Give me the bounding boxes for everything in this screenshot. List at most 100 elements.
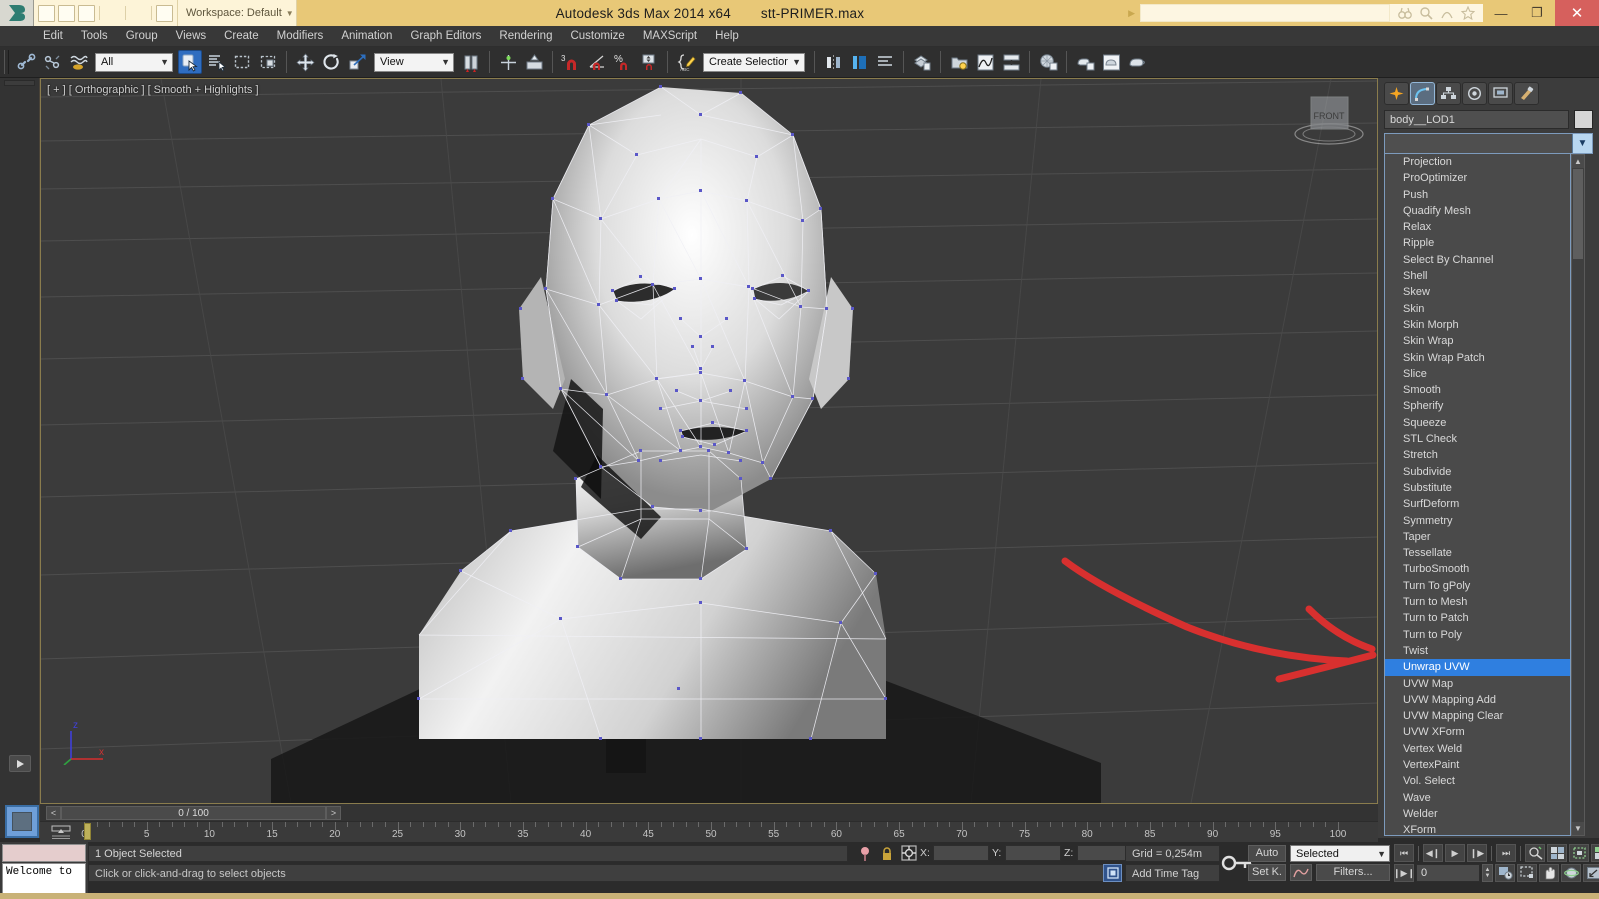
modifier-dropdown-list[interactable]: Projection ProOptimizer Push Quadify Mesh Re… [1384,154,1571,836]
viewport-layout-thumbnail[interactable] [5,805,39,838]
maximize-viewport-icon[interactable] [1583,864,1599,882]
zoom-extents-all-icon[interactable] [1569,844,1589,862]
select-by-name-icon[interactable] [204,50,228,74]
workspace-selector[interactable]: Workspace: Default ▼ [178,0,297,26]
search-icon[interactable] [1419,6,1433,20]
favorites-star-icon[interactable] [1461,6,1475,20]
zoom-region-nav-icon[interactable] [1517,864,1537,882]
modifier-list-item[interactable]: Subdivide [1385,464,1570,480]
modifier-list-item[interactable]: Unwrap UVW [1385,659,1570,676]
modifier-list-item[interactable]: Turn To gPoly [1385,578,1570,594]
open-file-icon[interactable] [58,4,75,22]
display-tab[interactable] [1488,82,1513,105]
modifier-list-item[interactable]: Stretch [1385,447,1570,463]
spinner-snap-toggle-icon[interactable] [637,50,661,74]
infocenter-search-input[interactable] [1140,4,1390,22]
select-and-link-icon[interactable] [14,50,38,74]
modifier-list-item[interactable]: UVW XForm [1385,724,1570,740]
menu-item-rendering[interactable]: Rendering [490,28,561,44]
save-file-icon[interactable] [78,4,95,22]
motion-tab[interactable] [1462,82,1487,105]
align-selection-icon[interactable] [847,50,871,74]
modifier-list-item[interactable]: TurboSmooth [1385,561,1570,577]
object-name-field[interactable]: body__LOD1 [1384,110,1569,129]
previous-frame-button[interactable]: ◀❙ [1423,844,1443,862]
modifier-list-item[interactable]: Vol. Select [1385,773,1570,789]
modifier-list-item[interactable]: Smooth [1385,382,1570,398]
rail-handle[interactable] [4,80,35,86]
pin-stack-icon[interactable] [858,846,872,862]
modifier-list-item[interactable]: Push [1385,187,1570,203]
modifier-list-item[interactable]: Twist [1385,643,1570,659]
key-filters-button[interactable]: Filters... [1316,864,1390,881]
unlink-selection-icon[interactable] [40,50,64,74]
time-cursor[interactable] [84,823,91,840]
use-selection-center-icon[interactable] [496,50,520,74]
menu-item-graph-editors[interactable]: Graph Editors [401,28,490,44]
undo-icon[interactable] [104,5,121,22]
select-and-scale-icon[interactable] [345,50,369,74]
close-button[interactable]: ✕ [1555,0,1599,26]
modifier-list-item[interactable]: Tessellate [1385,545,1570,561]
modifier-list-item[interactable]: Skin Wrap Patch [1385,350,1570,366]
modifier-list-item[interactable]: Spherify [1385,398,1570,414]
select-and-rotate-icon[interactable] [319,50,343,74]
modifier-list-item[interactable]: Ripple [1385,235,1570,251]
material-editor-icon[interactable] [1036,50,1060,74]
coord-x-field[interactable] [933,845,989,861]
toolbar-grip[interactable] [4,50,9,74]
rail-expand-button[interactable] [9,755,31,772]
modifier-list-item[interactable]: Substitute [1385,480,1570,496]
go-to-start-button[interactable]: ⏮ [1394,844,1414,862]
menu-item-edit[interactable]: Edit [34,28,72,44]
percent-snap-toggle-icon[interactable]: % [611,50,635,74]
object-color-swatch[interactable] [1574,110,1593,129]
modifier-list-item[interactable]: ProOptimizer [1385,170,1570,186]
layer-manager-icon[interactable] [873,50,897,74]
hierarchy-tab[interactable] [1436,82,1461,105]
lock-icon[interactable] [880,846,894,862]
modifier-list-item[interactable]: SurfDeform [1385,496,1570,512]
infocenter-expand-icon[interactable]: ▶ [1123,8,1140,19]
add-time-tag-button[interactable]: Add Time Tag [1125,864,1220,882]
modifier-list-item[interactable]: Wave [1385,790,1570,806]
named-selection-sets-combo[interactable]: Create Selection Se ▼ [703,52,805,72]
track-bar[interactable]: 0510152025303540455055606570758085909510… [40,821,1378,842]
project-folder-icon[interactable] [156,4,173,22]
modifier-list-item[interactable]: Skin Morph [1385,317,1570,333]
modifier-list-item[interactable]: XForm [1385,822,1570,835]
menu-item-maxscript[interactable]: MAXScript [634,28,706,44]
redo-icon[interactable] [130,5,147,22]
zoom-region-icon[interactable] [1525,844,1545,862]
prev-frame-button[interactable]: < [46,805,61,820]
angle-snap-toggle-icon[interactable] [585,50,609,74]
modifier-list-item[interactable]: Skew [1385,284,1570,300]
window-crossing-toggle-icon[interactable] [256,50,280,74]
selection-filter-combo[interactable]: All ▼ [95,52,173,72]
binoculars-icon[interactable] [1398,6,1412,20]
modifier-list-item[interactable]: UVW Map [1385,676,1570,692]
maximize-viewport-toggle-icon[interactable] [1591,844,1599,862]
minimize-button[interactable]: — [1483,0,1519,26]
frame-spinner[interactable]: ▲ ▼ [1482,864,1493,882]
time-tag-toggle-icon[interactable] [1103,864,1122,882]
modifier-list-item[interactable]: Slice [1385,366,1570,382]
modifier-list-item[interactable]: Select By Channel [1385,252,1570,268]
viewport-label[interactable]: [ + ] [ Orthographic ] [ Smooth + Highli… [47,84,259,96]
scene-explorer-icon[interactable] [947,50,971,74]
edit-named-selection-sets-icon[interactable]: ABC [674,50,698,74]
create-tab[interactable] [1384,82,1409,105]
modify-tab[interactable] [1410,82,1435,105]
modifier-list-item[interactable]: Shell [1385,268,1570,284]
menu-item-help[interactable]: Help [706,28,748,44]
use-pivot-point-center-icon[interactable] [459,50,483,74]
modifier-list-item[interactable]: UVW Mapping Clear [1385,708,1570,724]
modifier-list-item[interactable]: Turn to Patch [1385,610,1570,626]
mirror-icon[interactable] [821,50,845,74]
modifier-list-item[interactable]: STL Check [1385,431,1570,447]
modifier-list-scrollbar[interactable]: ▲ ▼ [1571,154,1585,836]
modifier-list-item[interactable]: VertexPaint [1385,757,1570,773]
bind-to-space-warp-icon[interactable] [66,50,90,74]
utilities-tab[interactable] [1514,82,1539,105]
rendered-frame-window-icon[interactable] [1099,50,1123,74]
